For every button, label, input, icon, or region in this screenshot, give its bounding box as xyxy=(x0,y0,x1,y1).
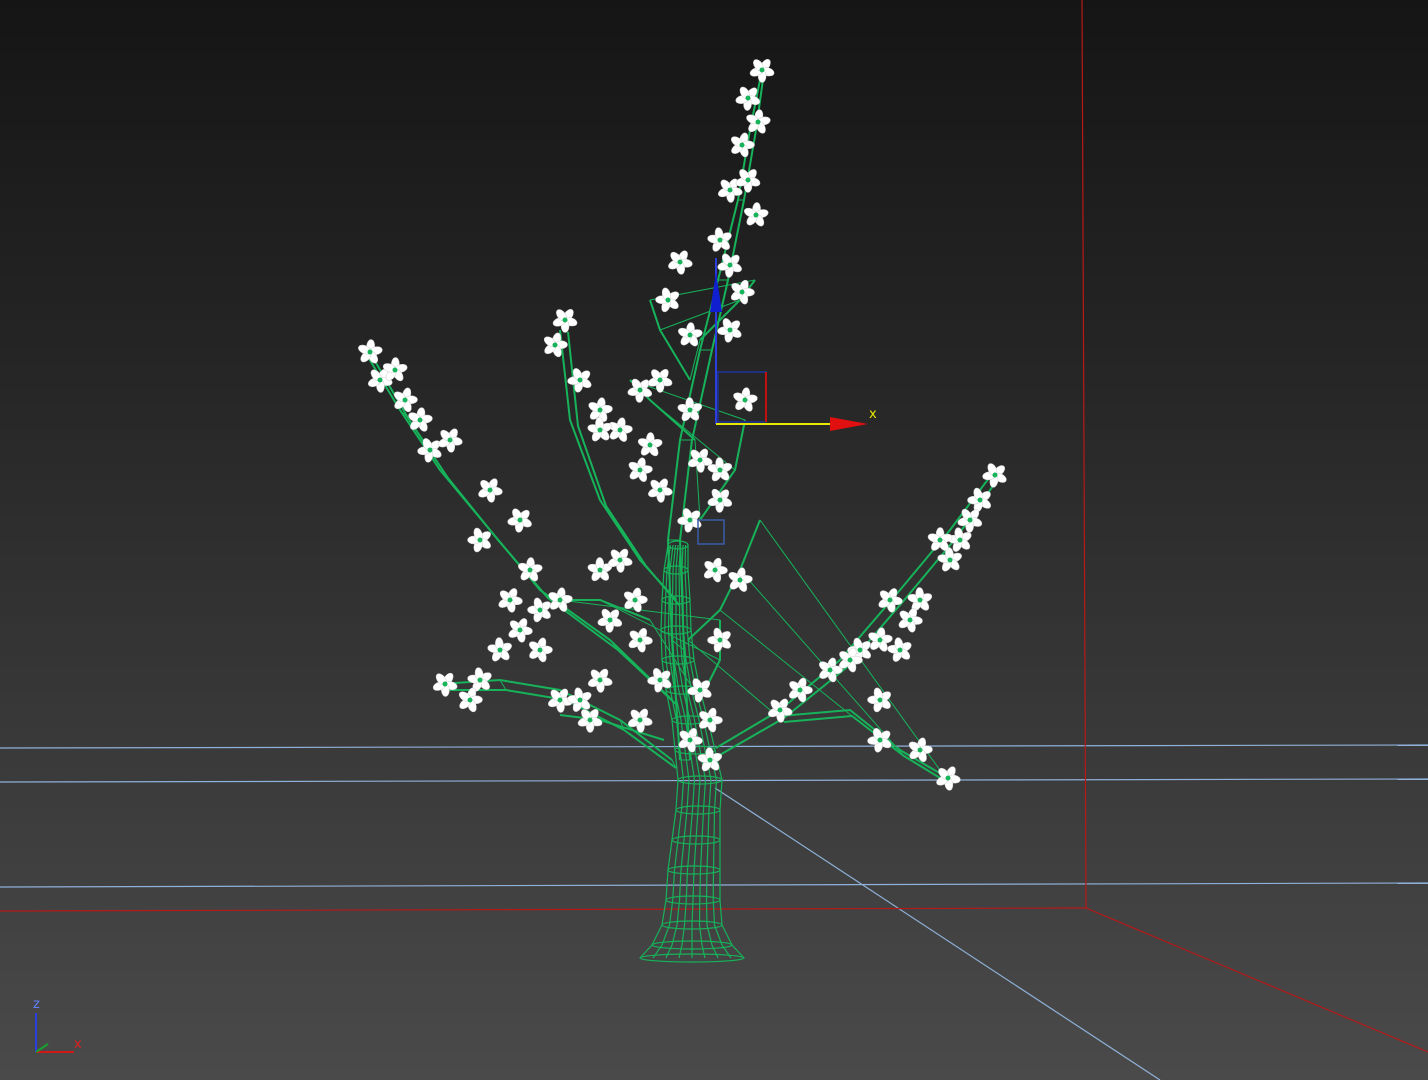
blossom xyxy=(507,508,532,533)
blossom xyxy=(907,587,933,612)
blossom xyxy=(733,387,758,412)
world-x-label: x xyxy=(74,1037,82,1052)
branch-strut xyxy=(687,639,785,723)
bounding-frame xyxy=(0,0,1428,1053)
blossom xyxy=(552,309,578,333)
blossom xyxy=(744,202,769,227)
blossom xyxy=(668,250,693,275)
blossom xyxy=(749,59,775,83)
scene-canvas[interactable]: x z x xyxy=(0,0,1428,1080)
blossom xyxy=(678,322,703,347)
blossom xyxy=(587,557,613,582)
blossom xyxy=(628,628,653,653)
tree-branches[interactable] xyxy=(364,69,1001,785)
frame-line xyxy=(1081,0,1087,909)
gizmo-z-arrowhead[interactable] xyxy=(710,272,722,312)
frame-line xyxy=(0,907,1087,912)
pivot-helper-box[interactable] xyxy=(697,519,725,545)
gizmo-x-arrowhead[interactable] xyxy=(830,417,868,431)
blossom xyxy=(746,109,771,134)
blossom xyxy=(717,253,742,278)
tree-model-wireframe[interactable] xyxy=(356,52,1013,963)
world-axis-icon: z x xyxy=(33,997,82,1053)
branch xyxy=(717,475,1001,757)
blossom xyxy=(707,488,733,513)
branch xyxy=(715,469,996,749)
blossom xyxy=(467,527,491,553)
grid-line xyxy=(0,778,1428,783)
blossom xyxy=(637,432,663,457)
blossom xyxy=(628,457,653,482)
blossom xyxy=(543,332,568,358)
blossom xyxy=(498,588,523,613)
world-z-label: z xyxy=(33,997,40,1012)
blossom xyxy=(529,637,553,663)
branch xyxy=(371,355,679,707)
blossom xyxy=(789,677,813,703)
world-y-axis xyxy=(35,1043,49,1053)
gizmo-x-label: x xyxy=(869,407,877,422)
blossom xyxy=(487,637,512,662)
blossom xyxy=(655,287,680,313)
frame-line xyxy=(1085,907,1428,1053)
blossom xyxy=(936,766,961,791)
blossom xyxy=(478,478,503,503)
grid-line xyxy=(714,787,1161,1080)
blossom xyxy=(432,672,458,697)
blossom xyxy=(703,557,728,583)
perspective-viewport[interactable]: x z x xyxy=(0,0,1428,1080)
branch-strut xyxy=(489,529,499,541)
grid-line xyxy=(0,882,1428,888)
blossom xyxy=(731,132,755,158)
